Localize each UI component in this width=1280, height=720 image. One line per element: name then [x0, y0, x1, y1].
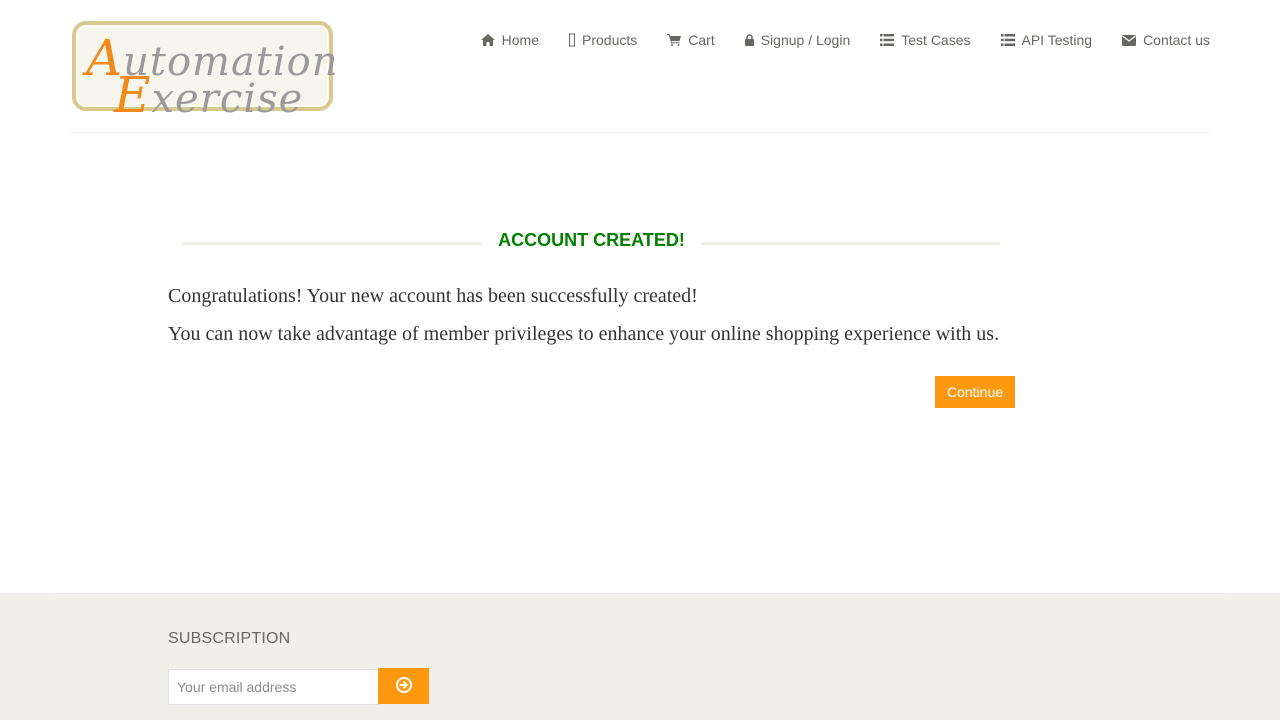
continue-button[interactable]: Continue — [935, 376, 1015, 408]
lock-icon — [744, 34, 754, 46]
cart-icon — [667, 34, 682, 46]
nav-label: API Testing — [1021, 32, 1093, 48]
envelope-icon — [1122, 34, 1137, 46]
list-icon — [1000, 34, 1015, 46]
site-header: Automation Exercise Home Products Cart S… — [0, 0, 1280, 133]
nav-cart[interactable]: Cart — [667, 30, 715, 50]
list-icon — [880, 34, 895, 46]
nav-contact-us[interactable]: Contact us — [1122, 30, 1210, 50]
privileges-message: You can now take advantage of member pri… — [168, 323, 1000, 345]
nav-signup-login[interactable]: Signup / Login — [744, 30, 851, 50]
footer-divider — [55, 593, 1225, 594]
arrow-circle-right-icon — [395, 676, 412, 696]
nav-test-cases[interactable]: Test Cases — [880, 30, 971, 50]
logo-rest-2: xercise — [151, 76, 304, 122]
heading-rule-right — [701, 242, 1000, 245]
products-icon — [569, 33, 576, 47]
congratulations-message: Congratulations! Your new account has be… — [168, 285, 698, 307]
nav-label: Home — [501, 32, 540, 48]
nav-label: Products — [582, 32, 638, 48]
nav-label: Cart — [688, 32, 715, 48]
subscription-title: SUBSCRIPTION — [168, 630, 291, 647]
home-icon — [480, 34, 495, 46]
nav-label: Signup / Login — [760, 32, 851, 48]
subscribe-button[interactable] — [378, 668, 429, 704]
heading-rule-left — [182, 242, 482, 245]
site-footer: SUBSCRIPTION — [0, 593, 1280, 720]
header-divider — [70, 132, 1210, 133]
nav-api-testing[interactable]: API Testing — [1000, 30, 1093, 50]
site-logo[interactable]: Automation Exercise — [72, 21, 338, 120]
logo-cap-e: E — [114, 66, 152, 124]
subscription-email-input[interactable] — [168, 669, 379, 705]
page-title: ACCOUNT CREATED! — [498, 230, 685, 250]
nav-label: Contact us — [1143, 32, 1210, 48]
logo-line-2: Exercise — [114, 70, 303, 120]
nav-products[interactable]: Products — [569, 30, 637, 50]
nav-label: Test Cases — [901, 32, 971, 48]
main-nav: Home Products Cart Signup / Login Test C… — [451, 30, 1210, 50]
account-created-heading: ACCOUNT CREATED! — [182, 230, 1000, 256]
nav-home[interactable]: Home — [480, 30, 540, 50]
